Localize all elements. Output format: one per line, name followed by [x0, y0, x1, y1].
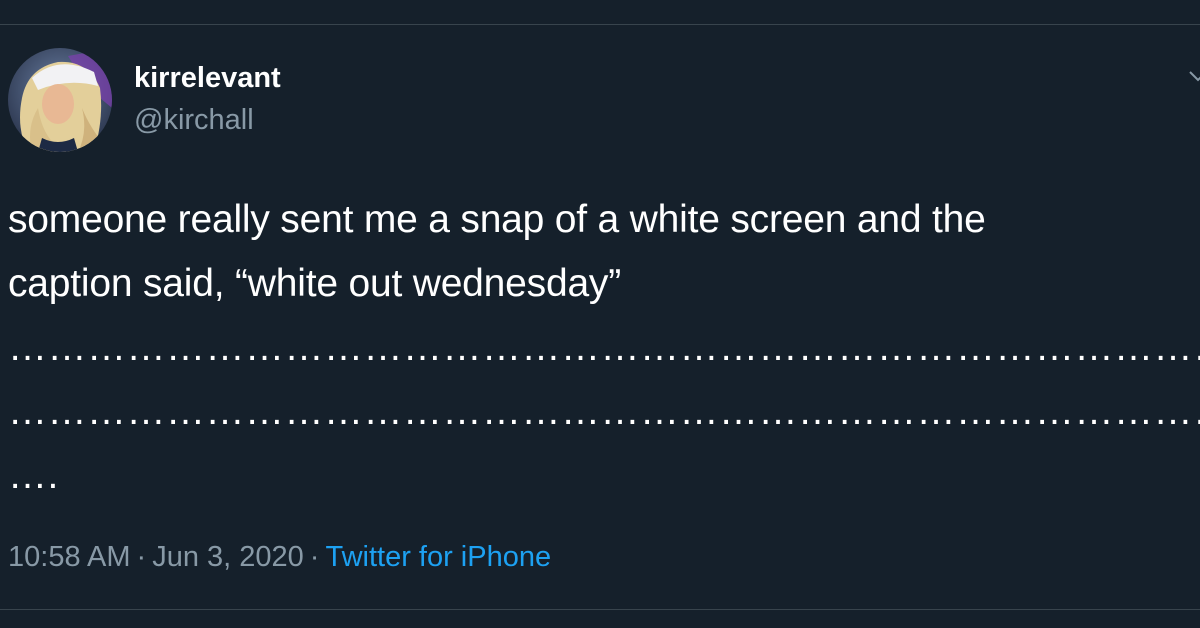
tweet-text-line: ……………………………………………………………………………………………………………: [8, 326, 1200, 369]
separator: ·: [136, 541, 147, 573]
separator: ·: [309, 541, 320, 573]
tweet-metadata: 10:58 AM · Jun 3, 2020 · Twitter for iPhone: [8, 539, 551, 575]
tweet-text-line: caption said, “white out wednesday”: [8, 262, 622, 305]
tweet-text-line: ……………………………………………………………………………………………………………: [8, 390, 1200, 433]
display-name[interactable]: kirrelevant: [134, 60, 281, 96]
tweet-source-link[interactable]: Twitter for iPhone: [325, 541, 551, 573]
tweet-text-line: ….: [8, 454, 59, 497]
top-divider: [0, 24, 1200, 25]
avatar-photo: [8, 48, 112, 152]
bottom-divider: [0, 609, 1200, 610]
tweet-date[interactable]: Jun 3, 2020: [152, 541, 304, 573]
chevron-down-icon[interactable]: [1188, 66, 1200, 86]
avatar[interactable]: [8, 48, 112, 152]
user-handle[interactable]: @kirchall: [134, 102, 281, 138]
tweet-text-line: someone really sent me a snap of a white…: [8, 198, 986, 241]
user-info: kirrelevant @kirchall: [134, 60, 281, 138]
tweet-card: kirrelevant @kirchall someone really sen…: [0, 0, 1200, 628]
tweet-text: someone really sent me a snap of a white…: [8, 188, 1200, 508]
tweet-time[interactable]: 10:58 AM: [8, 541, 131, 573]
